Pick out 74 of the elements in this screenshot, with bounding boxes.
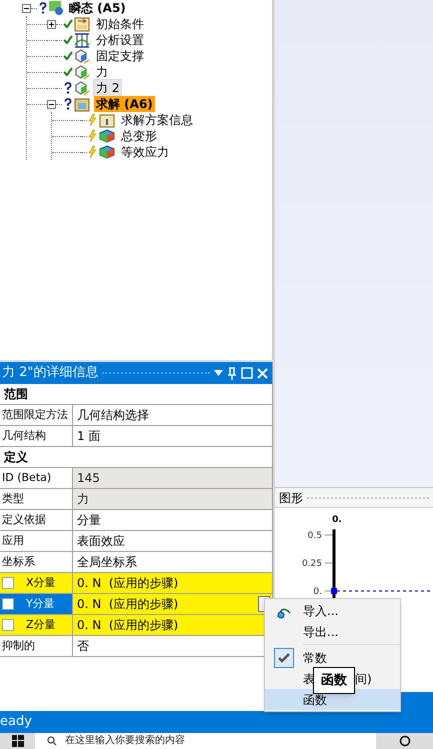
tree-item[interactable]: 力 — [94, 64, 110, 80]
tick-label: 0. — [313, 587, 322, 597]
property-label: 抑制的 — [2, 638, 35, 654]
panel-title: 图形 — [279, 490, 303, 506]
property-label: 定义依据 — [2, 512, 46, 528]
menu-item[interactable]: 常数 — [303, 648, 327, 666]
question-icon — [64, 82, 72, 94]
menu-item[interactable]: 导出... — [303, 622, 338, 640]
checkbox[interactable] — [2, 598, 14, 610]
tree-item[interactable]: 求解方案信息 — [119, 112, 195, 128]
beam-icon — [74, 32, 90, 48]
close-icon[interactable] — [257, 368, 268, 378]
folder-icon — [74, 96, 90, 112]
property-label: X分量 — [26, 574, 56, 591]
lightning-icon — [88, 114, 97, 126]
property-label: ID (Beta) — [2, 470, 52, 486]
property-value[interactable]: 几何结构选择 — [77, 406, 149, 424]
dropdown-icon[interactable] — [214, 370, 223, 376]
property-value[interactable]: 1 面 — [77, 427, 100, 445]
menu-item[interactable]: 导入... — [303, 602, 338, 620]
lightning-icon — [88, 130, 97, 142]
tree-item[interactable]: 分析设置 — [94, 32, 146, 48]
chart-icon — [49, 1, 63, 15]
cube-icon — [74, 80, 90, 96]
property-value[interactable]: 表面效应 — [77, 532, 125, 550]
folder-icon — [99, 112, 115, 128]
property-value[interactable]: 否 — [77, 637, 89, 655]
cube-icon — [74, 64, 90, 80]
tree-item[interactable]: 初始条件 — [94, 16, 146, 32]
section-header: 范围 — [4, 386, 28, 403]
property-value[interactable]: 145 — [77, 469, 100, 487]
lightning-icon — [88, 146, 97, 158]
category-label: 0. — [332, 515, 342, 525]
cube-icon — [99, 129, 115, 143]
question-icon — [38, 2, 46, 14]
tree-item[interactable]: 求解 (A6) — [94, 96, 155, 112]
property-label: Y分量 — [26, 596, 55, 612]
checkbox[interactable] — [2, 619, 14, 631]
panel-title: 力 2"的详细信息 — [2, 364, 98, 382]
property-label: 应用 — [2, 532, 24, 549]
maximize-icon[interactable] — [241, 367, 253, 379]
property-label: 坐标系 — [2, 554, 35, 570]
property-label: 类型 — [2, 490, 24, 507]
tree-item[interactable]: 瞬态 (A5) — [67, 0, 128, 16]
cube-icon — [74, 48, 90, 64]
tooltip: 函数 — [313, 667, 355, 694]
property-value[interactable]: 分量 — [77, 511, 101, 529]
clipboard-icon — [74, 16, 90, 32]
property-label: Z分量 — [26, 616, 56, 633]
property-label: 范围限定方法 — [2, 406, 68, 423]
search-icon — [47, 736, 57, 746]
data-point — [331, 588, 337, 594]
expand-button[interactable] — [47, 20, 56, 28]
search-field[interactable]: 在这里输入你要搜索的内容 — [35, 733, 376, 749]
tree-item[interactable]: 等效应力 — [119, 144, 171, 160]
property-value[interactable]: 力 — [77, 490, 89, 508]
collapse-button[interactable] — [22, 4, 31, 12]
question-icon — [64, 98, 72, 110]
property-label: 几何结构 — [2, 428, 46, 444]
windows-icon[interactable] — [12, 735, 24, 747]
section-header: 定义 — [4, 449, 28, 466]
collapse-button[interactable] — [47, 100, 56, 108]
tree-item[interactable]: 总变形 — [119, 128, 159, 144]
cube-icon — [99, 145, 115, 159]
checkbox[interactable] — [2, 577, 14, 589]
tree-item[interactable]: 固定支撑 — [94, 48, 146, 64]
status-text: eady — [0, 713, 32, 732]
tick-label: 0.5 — [308, 531, 322, 541]
tree-item[interactable]: 力 2 — [94, 80, 122, 96]
tick-label: 0.25 — [302, 559, 322, 569]
circle-icon[interactable] — [398, 735, 410, 747]
property-value[interactable]: 全局坐标系 — [77, 553, 137, 571]
menu-item[interactable]: 间) — [355, 670, 372, 688]
pin-icon[interactable] — [227, 366, 237, 380]
